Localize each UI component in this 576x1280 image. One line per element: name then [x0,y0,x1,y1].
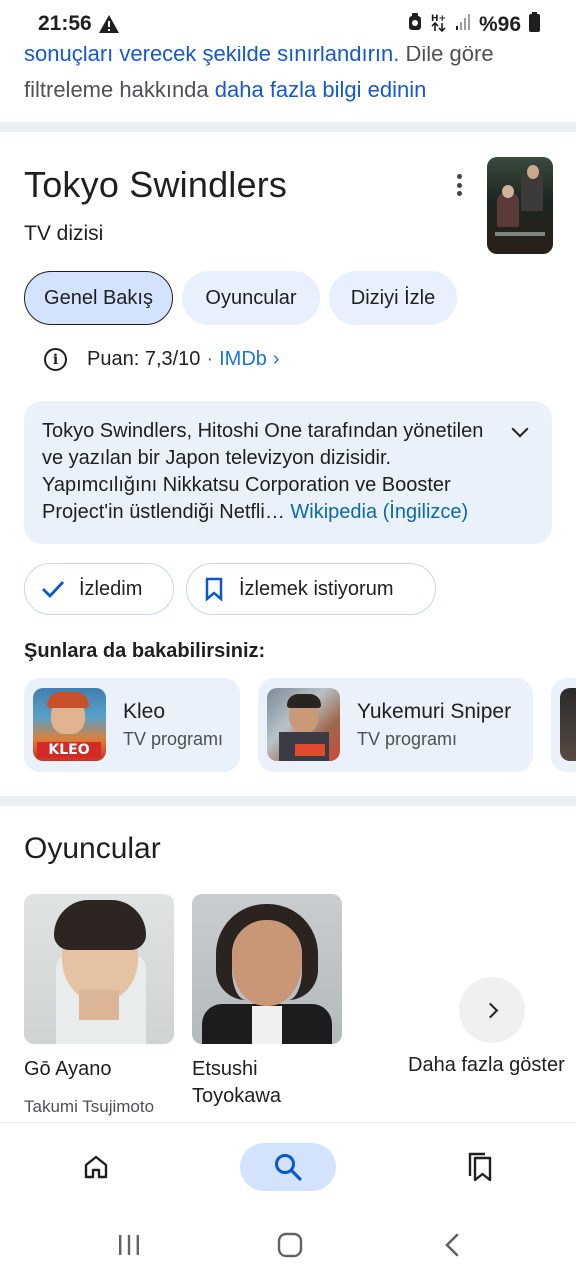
cast-name[interactable]: Etsushi Toyokawa [192,1056,342,1110]
nav-saved[interactable] [432,1143,528,1191]
rating-label: Puan: 7,3/10 [87,348,201,370]
show-more-label[interactable]: Daha fazla göster [408,1054,565,1077]
section-divider [0,796,576,806]
system-navigation [0,1210,576,1280]
tab-overview[interactable]: Genel Bakış [24,271,173,325]
tab-cast[interactable]: Oyuncular [182,271,320,325]
recents-icon[interactable] [116,1232,142,1258]
status-time: 21:56 [38,12,92,35]
status-bar: 21:56 H+ %96 [0,0,576,46]
info-icon[interactable]: i [44,348,67,371]
nav-search[interactable] [240,1143,336,1191]
chevron-down-icon[interactable] [511,420,529,438]
check-icon [41,579,65,599]
kleo-thumbnail: KLEO [33,688,106,761]
show-more-button[interactable] [459,977,525,1043]
cast-photo-go-ayano[interactable] [24,894,174,1044]
want-to-watch-button[interactable]: İzlemek istiyorum [186,563,436,615]
chevron-right-icon: › [272,348,280,370]
section-divider [0,122,576,132]
rating-separator: · [206,348,214,370]
description-card[interactable]: Tokyo Swindlers, Hitoshi One tarafından … [24,401,552,544]
data-saver-icon [407,12,423,38]
watched-button[interactable]: İzledim [24,563,174,615]
signal-icon [455,13,471,37]
rating-row[interactable]: i Puan: 7,3/10 · IMDb › [44,348,280,371]
related-card-kleo[interactable]: KLEO Kleo TV programı [24,678,240,772]
tab-watch[interactable]: Diziyi İzle [329,271,457,325]
warning-icon [98,14,120,39]
wikipedia-link[interactable]: Wikipedia (İngilizce) [290,501,468,523]
entity-subtitle: TV dizisi [24,222,104,245]
battery-icon [529,12,540,38]
status-icons: H+ %96 [407,12,540,38]
network-arrows-icon: H+ [431,12,447,38]
back-icon[interactable] [440,1232,466,1258]
filter-snippet: sonuçları verecek şekilde sınırlandırın.… [24,36,554,108]
related-title: Kleo [123,700,166,723]
saved-icon [466,1152,494,1182]
want-to-watch-label: İzlemek istiyorum [239,577,394,600]
poster-image[interactable] [487,157,553,254]
watched-label: İzledim [79,577,143,600]
search-icon [273,1152,303,1182]
cast-name[interactable]: Gō Ayano [24,1056,111,1083]
cast-heading: Oyuncular [24,832,161,865]
more-info-link[interactable]: daha fazla bilgi edinin [215,77,427,102]
chevron-right-icon [482,1002,498,1018]
yukemuri-thumbnail [267,688,340,761]
related-card-partial[interactable] [551,678,576,772]
battery-percent: %96 [478,13,521,36]
more-options-icon[interactable] [448,172,470,198]
related-type: TV programı [357,729,458,749]
entity-title: Tokyo Swindlers [24,164,288,205]
svg-text:H+: H+ [431,14,446,24]
imdb-link[interactable]: IMDb [219,348,267,371]
related-card-yukemuri[interactable]: Yukemuri Sniper TV programı [258,678,533,772]
bookmark-icon [205,577,223,601]
related-title: Yukemuri Sniper [357,700,512,723]
bottom-navigation [0,1122,576,1210]
related-heading: Şunlara da bakabilirsiniz: [24,640,266,662]
cast-role: Takumi Tsujimoto [24,1097,155,1116]
related-type: TV programı [123,729,224,749]
cast-photo-etsushi-toyokawa[interactable] [192,894,342,1044]
home-icon [82,1153,110,1181]
nav-home[interactable] [48,1143,144,1191]
home-button-icon[interactable] [277,1232,303,1258]
